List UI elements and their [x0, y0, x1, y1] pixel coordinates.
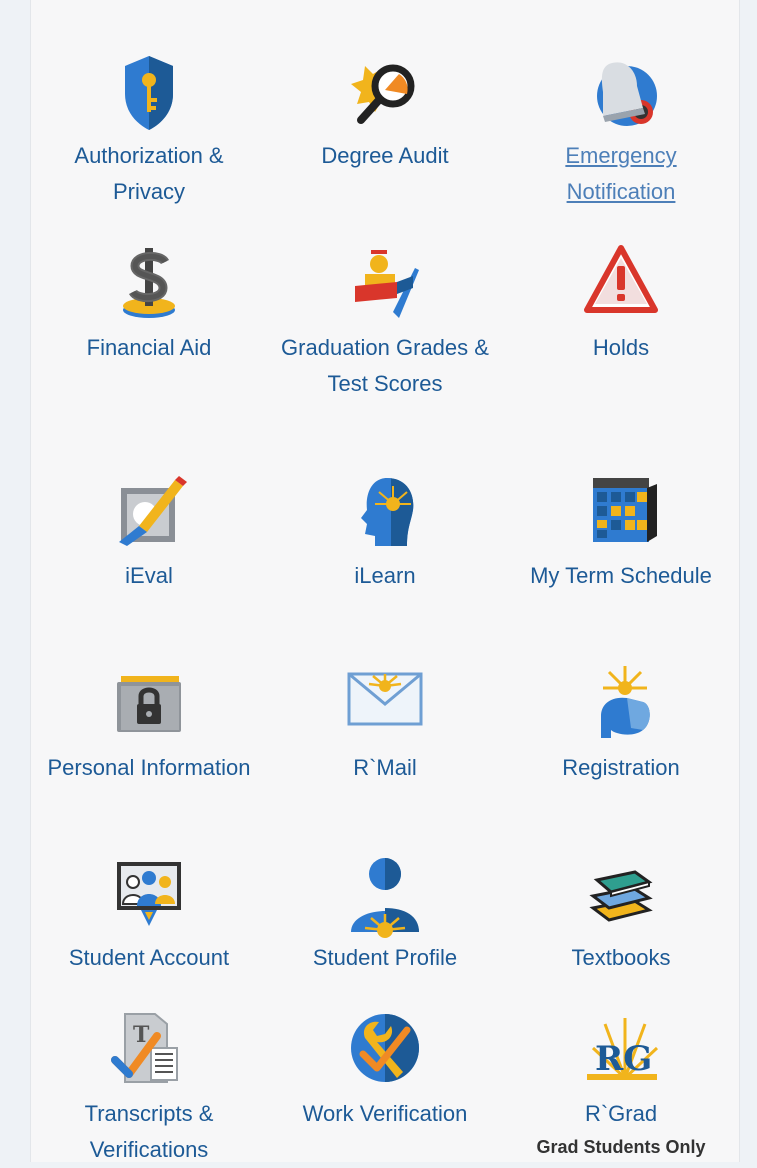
tile-label: Authorization & Privacy [74, 143, 224, 204]
tile-graduation-grades[interactable]: Graduation Grades & Test Scores [267, 242, 503, 402]
dollar-coin-icon [123, 248, 175, 318]
calendar-icon [593, 478, 657, 542]
tile-ilearn[interactable]: iLearn [267, 470, 503, 594]
tile-rmail[interactable]: R`Mail [267, 662, 503, 786]
tile-label: Emergency Notification [565, 143, 677, 204]
graduate-icon [355, 250, 419, 318]
books-icon [589, 870, 653, 922]
tile-label: Transcripts & Verifications [84, 1101, 214, 1162]
people-board-icon [117, 862, 181, 926]
tile-label: Degree Audit [321, 143, 449, 168]
head-sun-icon [361, 478, 414, 546]
tile-degree-audit[interactable]: Degree Audit [267, 50, 503, 174]
tile-label: iLearn [354, 563, 416, 588]
tile-label: R`Grad [584, 1101, 658, 1126]
tile-student-profile[interactable]: Student Profile [267, 852, 503, 976]
tile-financial-aid[interactable]: Financial Aid [31, 242, 267, 366]
tile-holds[interactable]: Holds [503, 242, 739, 366]
tile-my-term-schedule[interactable]: My Term Schedule [503, 470, 739, 594]
tile-registration[interactable]: Registration [503, 662, 739, 786]
tile-personal-information[interactable]: Personal Information [31, 662, 267, 786]
services-panel: Authorization & Privacy Degree Audit Eme… [30, 0, 740, 1162]
tile-label: Textbooks [571, 945, 671, 970]
tile-rgrad[interactable]: RG R`Grad Grad Students Only [503, 1008, 739, 1160]
lock-folder-icon [117, 676, 181, 732]
tile-student-account[interactable]: Student Account [31, 852, 267, 976]
hand-sun-icon [601, 666, 650, 738]
tile-label: Registration [562, 755, 680, 780]
tile-authorization-privacy[interactable]: Authorization & Privacy [31, 50, 267, 210]
transcript-icon: T [111, 1013, 178, 1083]
tile-label: My Term Schedule [530, 563, 712, 588]
shield-key-icon [125, 56, 173, 130]
tile-label: Holds [592, 335, 650, 360]
rgrad-logo-icon: RG [587, 1018, 659, 1080]
tile-ieval[interactable]: iEval [31, 470, 267, 594]
tile-label: iEval [125, 563, 173, 588]
tile-textbooks[interactable]: Textbooks [503, 852, 739, 976]
warning-icon [584, 245, 658, 313]
tile-transcripts[interactable]: T Transcripts & Verifications [31, 1008, 267, 1168]
magnifier-icon [351, 64, 415, 124]
tile-emergency-notification[interactable]: Emergency Notification [503, 50, 739, 210]
bell-icon [597, 62, 657, 126]
person-profile-icon [351, 858, 419, 938]
tile-label: Personal Information [47, 755, 251, 780]
tile-label: Financial Aid [86, 335, 212, 360]
svg-text:RG: RG [595, 1039, 652, 1079]
mail-icon [347, 672, 423, 726]
tile-label: Work Verification [302, 1101, 468, 1126]
tile-label: Student Profile [312, 945, 458, 970]
tile-label: Student Account [68, 945, 230, 970]
tile-label: Graduation Grades & Test Scores [281, 335, 489, 396]
wrench-icon [351, 1014, 419, 1082]
tile-work-verification[interactable]: Work Verification [267, 1008, 503, 1132]
edit-pencil-icon [119, 476, 187, 546]
tile-label: R`Mail [353, 755, 417, 780]
tile-sublabel: Grad Students Only [536, 1137, 706, 1157]
